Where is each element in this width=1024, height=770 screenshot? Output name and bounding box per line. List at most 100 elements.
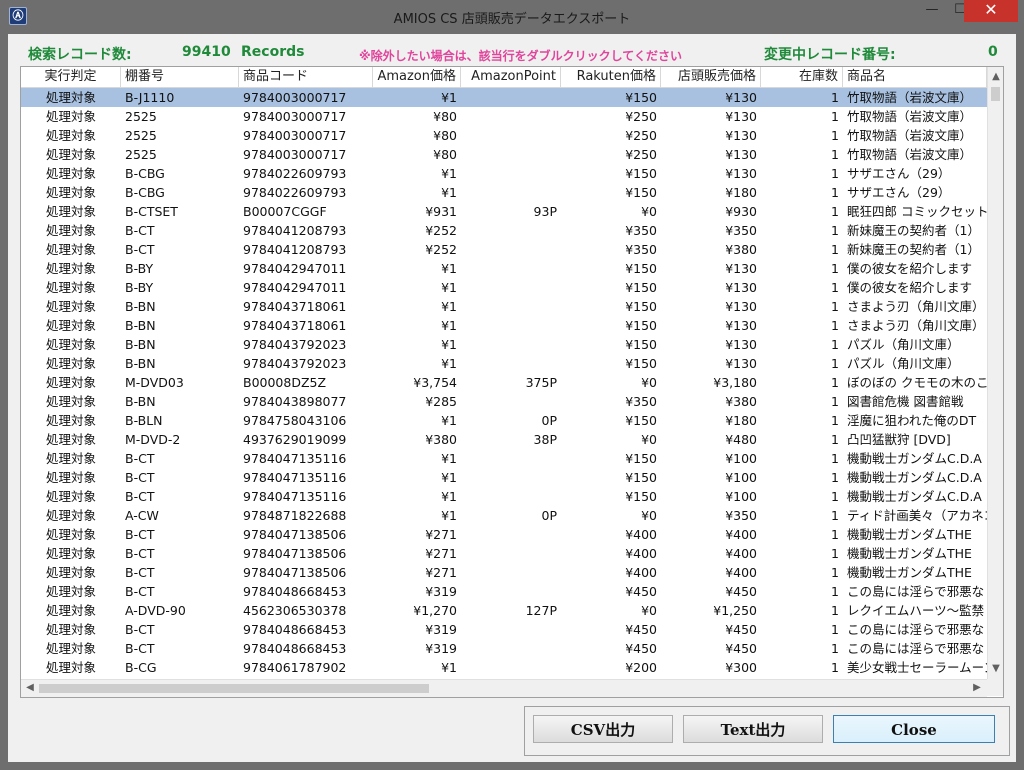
cell-stock: 1 bbox=[831, 584, 839, 599]
cell-product-code: 9784003000717 bbox=[243, 128, 347, 143]
header-stock[interactable]: 在庫数 bbox=[761, 67, 843, 87]
cell-amazon-point bbox=[461, 221, 561, 240]
table-row[interactable]: 処理対象 B-CT 9784048668453 ¥319 ¥450 ¥450 1 この島には淫… bbox=[21, 639, 987, 658]
cell-product-name: この島には淫らで邪悪な bbox=[847, 641, 985, 656]
records-grid[interactable]: 実行判定 棚番号 商品コード Amazon価格 AmazonPoint Raku… bbox=[20, 66, 1004, 698]
text-export-button[interactable]: Text出力 bbox=[683, 715, 823, 743]
table-row[interactable]: 処理対象 B-BN 9784043792023 ¥1 ¥150 ¥130 1 パズル（角川文庫… bbox=[21, 354, 987, 373]
table-row[interactable]: 処理対象 M-DVD03 B00008DZ5Z ¥3,754 375P ¥0 ¥3,180 1… bbox=[21, 373, 987, 392]
cell-amazon-price: ¥1 bbox=[441, 489, 457, 504]
table-row[interactable]: 処理対象 2525 9784003000717 ¥80 ¥250 ¥130 1 竹取物語（岩波… bbox=[21, 126, 987, 145]
header-store-price[interactable]: 店頭販売価格 bbox=[661, 67, 761, 87]
header-amazon-price[interactable]: Amazon価格 bbox=[373, 67, 461, 87]
cell-amazon-point bbox=[461, 392, 561, 411]
table-row[interactable]: 処理対象 B-CBG 9784022609793 ¥1 ¥150 ¥130 1 サザエさん（2… bbox=[21, 164, 987, 183]
table-row[interactable]: 処理対象 B-CBG 9784022609793 ¥1 ¥150 ¥180 1 サザエさん（2… bbox=[21, 183, 987, 202]
cell-amazon-point bbox=[461, 88, 561, 107]
table-row[interactable]: 処理対象 B-BN 9784043792023 ¥1 ¥150 ¥130 1 パズル（角川文庫… bbox=[21, 335, 987, 354]
window-title: AMIOS CS 店頭販売データエクスポート bbox=[393, 12, 631, 27]
horizontal-scrollbar[interactable]: ◀ ▶ bbox=[21, 679, 987, 697]
cell-judgement: 処理対象 bbox=[45, 527, 96, 542]
cell-amazon-price: ¥1 bbox=[441, 508, 457, 523]
table-row[interactable]: 処理対象 A-DVD-90 4562306530378 ¥1,270 127P ¥0 ¥1,… bbox=[21, 601, 987, 620]
table-row[interactable]: 処理対象 B-BLN 9784758043106 ¥1 0P ¥150 ¥180 1 淫魔に狙わ… bbox=[21, 411, 987, 430]
cell-judgement: 処理対象 bbox=[45, 337, 96, 352]
scroll-down-icon[interactable]: ▼ bbox=[988, 661, 1003, 677]
vertical-scroll-thumb[interactable] bbox=[991, 87, 1000, 101]
cell-shelf-number: 2525 bbox=[125, 128, 157, 143]
table-row[interactable]: 処理対象 A-CW 9784871822688 ¥1 0P ¥0 ¥350 1 ティド計画美々（… bbox=[21, 506, 987, 525]
cell-rakuten-price: ¥350 bbox=[625, 394, 657, 409]
table-row[interactable]: 処理対象 2525 9784003000717 ¥80 ¥250 ¥130 1 竹取物語（岩波… bbox=[21, 145, 987, 164]
cell-store-price: ¥480 bbox=[725, 432, 757, 447]
cell-store-price: ¥130 bbox=[725, 109, 757, 124]
cell-product-name: 図書館危機 図書館戦 bbox=[847, 394, 964, 409]
scroll-right-icon[interactable]: ▶ bbox=[969, 680, 985, 696]
table-row[interactable]: 処理対象 B-CG 9784061787902 ¥1 ¥200 ¥300 1 美少女戦士セーラ… bbox=[21, 658, 987, 677]
cell-judgement: 処理対象 bbox=[45, 489, 96, 504]
cell-amazon-price: ¥3,754 bbox=[413, 375, 457, 390]
cell-judgement: 処理対象 bbox=[45, 299, 96, 314]
table-row[interactable]: 処理対象 B-BY 9784042947011 ¥1 ¥150 ¥130 1 僕の彼女を紹介し… bbox=[21, 278, 987, 297]
cell-store-price: ¥1,250 bbox=[713, 603, 757, 618]
table-row[interactable]: 処理対象 B-CT 9784048668453 ¥319 ¥450 ¥450 1 この島には淫… bbox=[21, 620, 987, 639]
cell-stock: 1 bbox=[831, 527, 839, 542]
records-label: Records bbox=[241, 44, 305, 60]
cell-amazon-price: ¥1 bbox=[441, 413, 457, 428]
cell-rakuten-price: ¥150 bbox=[625, 185, 657, 200]
table-row[interactable]: 処理対象 B-J1110 9784003000717 ¥1 ¥150 ¥130 1 竹取物語（… bbox=[21, 88, 987, 107]
header-amazon-point[interactable]: AmazonPoint bbox=[461, 67, 561, 87]
table-row[interactable]: 処理対象 B-CT 9784047138506 ¥271 ¥400 ¥400 1 機動戦士ガン… bbox=[21, 525, 987, 544]
table-row[interactable]: 処理対象 B-CT 9784041208793 ¥252 ¥350 ¥380 1 新妹魔王の契… bbox=[21, 240, 987, 259]
cell-stock: 1 bbox=[831, 432, 839, 447]
cell-amazon-point bbox=[461, 297, 561, 316]
table-row[interactable]: 処理対象 B-CT 9784047138506 ¥271 ¥400 ¥400 1 機動戦士ガン… bbox=[21, 544, 987, 563]
table-row[interactable]: 処理対象 B-BY 9784042947011 ¥1 ¥150 ¥130 1 僕の彼女を紹介し… bbox=[21, 259, 987, 278]
table-row[interactable]: 処理対象 B-CT 9784047138506 ¥271 ¥400 ¥400 1 機動戦士ガン… bbox=[21, 563, 987, 582]
table-row[interactable]: 処理対象 B-CT 9784047135116 ¥1 ¥150 ¥100 1 機動戦士ガンダム… bbox=[21, 449, 987, 468]
table-row[interactable]: 処理対象 B-CTSET B00007CGGF ¥931 93P ¥0 ¥930 1 眠狂四郎 … bbox=[21, 202, 987, 221]
table-row[interactable]: 処理対象 B-BN 9784043718061 ¥1 ¥150 ¥130 1 さまよう刃（角川… bbox=[21, 316, 987, 335]
header-judgement[interactable]: 実行判定 bbox=[21, 67, 121, 87]
horizontal-scroll-thumb[interactable] bbox=[39, 684, 429, 693]
cell-amazon-price: ¥1 bbox=[441, 90, 457, 105]
cell-shelf-number: B-CT bbox=[125, 565, 155, 580]
header-shelf-number[interactable]: 棚番号 bbox=[121, 67, 239, 87]
cell-product-name: ぼのぼの クモモの木のこ bbox=[847, 375, 987, 390]
table-row[interactable]: 処理対象 M-DVD-2 4937629019099 ¥380 38P ¥0 ¥480 1 凸凹… bbox=[21, 430, 987, 449]
table-row[interactable]: 処理対象 B-BN 9784043718061 ¥1 ¥150 ¥130 1 さまよう刃（角川… bbox=[21, 297, 987, 316]
table-row[interactable]: 処理対象 B-CT 9784048668453 ¥319 ¥450 ¥450 1 この島には淫… bbox=[21, 582, 987, 601]
cell-judgement: 処理対象 bbox=[45, 242, 96, 257]
table-row[interactable]: 処理対象 B-CT 9784047135116 ¥1 ¥150 ¥100 1 機動戦士ガンダム… bbox=[21, 468, 987, 487]
cell-amazon-price: ¥931 bbox=[425, 204, 457, 219]
cell-shelf-number: 2525 bbox=[125, 109, 157, 124]
cell-store-price: ¥130 bbox=[725, 128, 757, 143]
header-rakuten-price[interactable]: Rakuten価格 bbox=[561, 67, 661, 87]
csv-export-button[interactable]: CSV出力 bbox=[533, 715, 673, 743]
cell-store-price: ¥130 bbox=[725, 356, 757, 371]
scroll-up-icon[interactable]: ▲ bbox=[988, 69, 1003, 85]
scroll-left-icon[interactable]: ◀ bbox=[22, 680, 38, 696]
header-product-name[interactable]: 商品名 bbox=[843, 67, 987, 87]
grid-header: 実行判定 棚番号 商品コード Amazon価格 AmazonPoint Raku… bbox=[21, 67, 987, 88]
table-row[interactable]: 処理対象 B-CT 9784047135116 ¥1 ¥150 ¥100 1 機動戦士ガンダム… bbox=[21, 487, 987, 506]
cell-amazon-point bbox=[461, 107, 561, 126]
cell-store-price: ¥100 bbox=[725, 451, 757, 466]
cell-store-price: ¥380 bbox=[725, 394, 757, 409]
cell-shelf-number: B-BN bbox=[125, 356, 156, 371]
vertical-scrollbar[interactable]: ▲ ▼ bbox=[987, 67, 1003, 679]
minimize-button[interactable]: — bbox=[918, 0, 946, 22]
cell-amazon-point bbox=[461, 449, 561, 468]
table-row[interactable]: 処理対象 B-CT 9784041208793 ¥252 ¥350 ¥350 1 新妹魔王の契… bbox=[21, 221, 987, 240]
title-bar[interactable]: Ⓐ AMIOS CS 店頭販売データエクスポート — ☐ ✕ bbox=[0, 0, 1024, 34]
close-window-button[interactable]: ✕ bbox=[964, 0, 1018, 22]
cell-shelf-number: B-BY bbox=[125, 280, 154, 295]
cell-product-name: パズル（角川文庫） bbox=[847, 356, 960, 371]
cell-amazon-price: ¥1 bbox=[441, 337, 457, 352]
header-product-code[interactable]: 商品コード bbox=[239, 67, 373, 87]
table-row[interactable]: 処理対象 2525 9784003000717 ¥80 ¥250 ¥130 1 竹取物語（岩波… bbox=[21, 107, 987, 126]
table-row[interactable]: 処理対象 B-BN 9784043898077 ¥285 ¥350 ¥380 1 図書館危機 … bbox=[21, 392, 987, 411]
cell-amazon-price: ¥252 bbox=[425, 242, 457, 257]
cell-product-name: 眠狂四郎 コミックセット bbox=[847, 204, 987, 219]
close-button[interactable]: Close bbox=[833, 715, 995, 743]
